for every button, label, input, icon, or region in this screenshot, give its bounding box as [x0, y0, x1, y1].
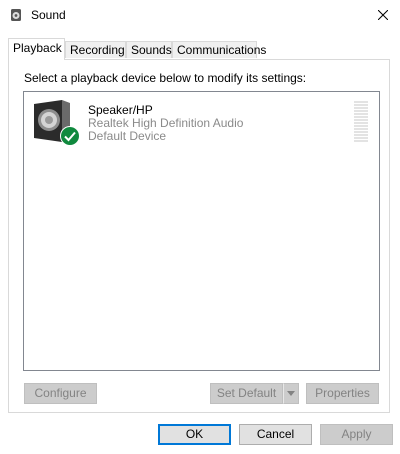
tab-sounds[interactable]: Sounds: [126, 41, 172, 58]
device-list[interactable]: Speaker/HP Realtek High Definition Audio…: [23, 91, 380, 371]
close-button[interactable]: [366, 0, 400, 30]
title-bar: Sound: [0, 0, 400, 30]
apply-button[interactable]: Apply: [320, 424, 393, 445]
window-title: Sound: [31, 8, 66, 22]
ok-button[interactable]: OK: [158, 424, 231, 445]
tab-playback[interactable]: Playback: [8, 38, 65, 60]
speaker-icon: [11, 9, 21, 21]
device-status: Default Device: [88, 129, 167, 143]
properties-button[interactable]: Properties: [306, 383, 379, 404]
set-default-button[interactable]: Set Default: [210, 383, 283, 404]
device-item-speaker[interactable]: Speaker/HP Realtek High Definition Audio…: [24, 92, 379, 146]
volume-meter: [354, 101, 368, 143]
configure-button[interactable]: Configure: [24, 383, 97, 404]
set-default-dropdown[interactable]: [283, 383, 299, 404]
instruction-text: Select a playback device below to modify…: [24, 71, 307, 85]
cancel-button[interactable]: Cancel: [239, 424, 312, 445]
close-icon: [378, 10, 388, 20]
chevron-down-icon: [287, 391, 295, 396]
tab-recording[interactable]: Recording: [65, 41, 126, 58]
tab-communications[interactable]: Communications: [172, 41, 266, 58]
device-description: Realtek High Definition Audio: [88, 116, 244, 130]
device-name: Speaker/HP: [88, 103, 153, 117]
checkmark-icon: [60, 126, 80, 146]
